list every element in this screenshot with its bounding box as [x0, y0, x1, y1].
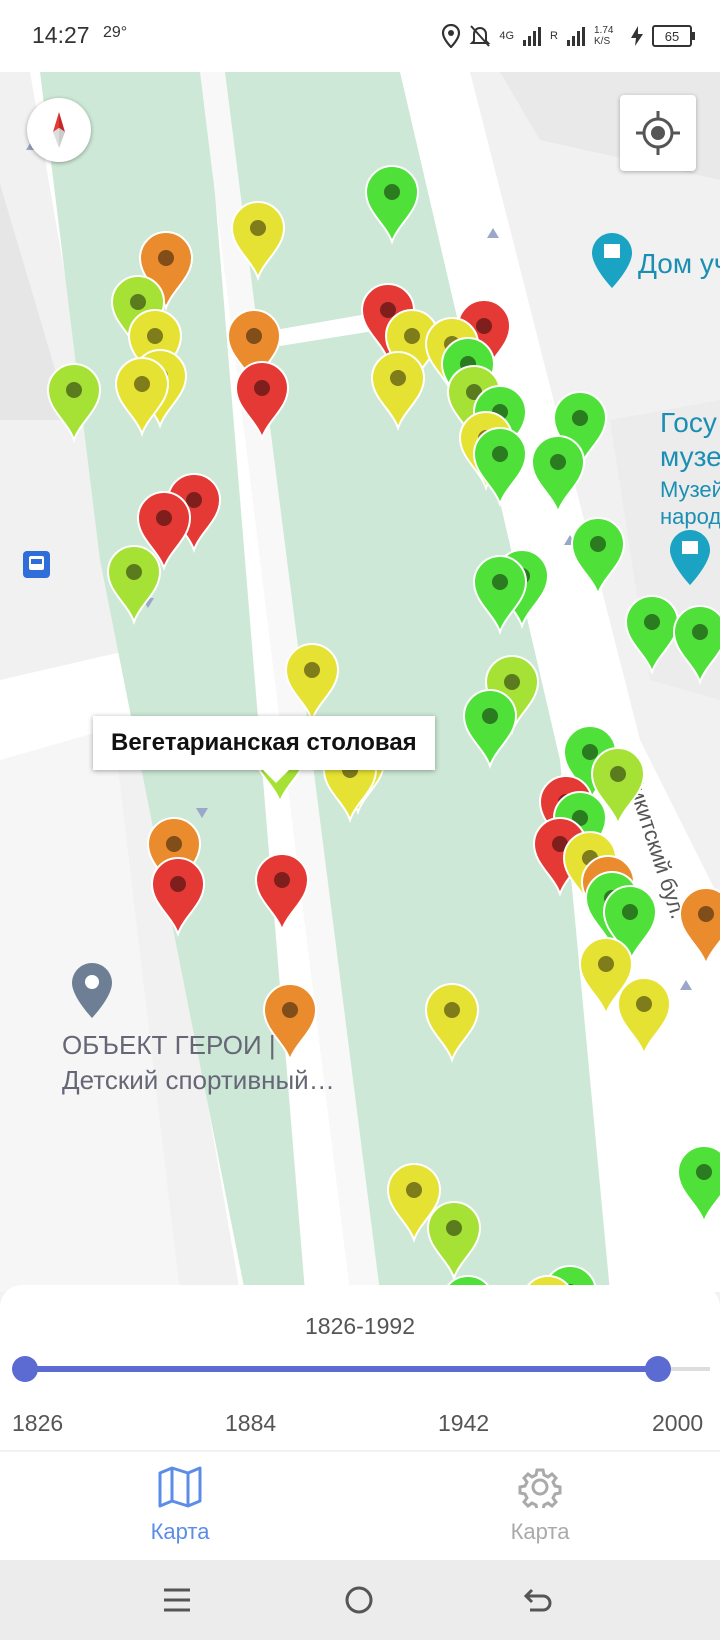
- poi-gov-sub-1[interactable]: Музей: [660, 477, 720, 503]
- network-type: 4G: [499, 30, 515, 42]
- battery-indicator: 65: [652, 25, 695, 47]
- back-icon[interactable]: [522, 1584, 554, 1616]
- crosshair-icon: [636, 111, 680, 155]
- tick-label: 1884: [225, 1410, 277, 1436]
- signal-icon-2: [567, 27, 585, 46]
- nav-item-label: Карта: [150, 1519, 210, 1544]
- timeline-panel: 1826-1992 1826 1884 1942 2000: [0, 1285, 720, 1450]
- nav-item-map[interactable]: Карта: [100, 1466, 260, 1545]
- my-location-button[interactable]: [620, 95, 696, 171]
- range-slider-end-handle[interactable]: [644, 1356, 671, 1382]
- mute-bell-icon: [469, 25, 491, 47]
- nav-item-settings[interactable]: Карта: [460, 1466, 620, 1545]
- poi-hero-title[interactable]: ОБЪЕКТ ГЕРОИ |: [62, 1030, 276, 1061]
- range-label: 1826-1992: [305, 1313, 415, 1339]
- bottom-navigation: Карта Карта: [0, 1452, 720, 1560]
- marker-tooltip[interactable]: Вегетарианская столовая: [93, 716, 435, 783]
- poi-gov-sub-2[interactable]: народ: [660, 504, 720, 530]
- gear-icon: [518, 1468, 562, 1512]
- home-icon[interactable]: [343, 1584, 375, 1616]
- range-slider-remainder[interactable]: [665, 1367, 710, 1371]
- menu-icon[interactable]: [162, 1586, 192, 1614]
- location-icon: [442, 24, 461, 48]
- poi-gov-title-1[interactable]: Госу: [660, 407, 717, 439]
- poi-gov-title-2[interactable]: музе: [660, 441, 720, 473]
- tick-label: 2000: [652, 1410, 704, 1436]
- status-temperature: 29°: [103, 24, 128, 41]
- tick-label: 1826: [12, 1410, 64, 1436]
- tick-label: 1942: [438, 1410, 490, 1436]
- map-canvas[interactable]: Никитский бул.: [0, 72, 720, 1292]
- network-speed: 1.74 K/S: [594, 25, 614, 47]
- charging-icon: [631, 26, 643, 46]
- poi-hero-subtitle[interactable]: Детский спортивный…: [62, 1065, 335, 1096]
- signal-icon: [523, 27, 542, 46]
- poi-museum-label[interactable]: Дом уч: [638, 248, 720, 280]
- system-navigation-bar: [0, 1560, 720, 1640]
- range-slider-track[interactable]: [25, 1366, 665, 1372]
- nav-item-label: Карта: [510, 1519, 570, 1544]
- roaming-indicator: R: [550, 30, 558, 42]
- status-bar: 14:27 29° 4G R 1.74 K/S 65: [0, 0, 720, 72]
- compass-icon: [53, 112, 65, 148]
- status-icons: 4G R 1.74 K/S 65: [441, 20, 695, 52]
- map-icon: [158, 1466, 202, 1508]
- bus-stop-icon[interactable]: [23, 551, 50, 578]
- map-view[interactable]: Никитский бул. Дом уч Госу музе Музей на…: [0, 72, 720, 1292]
- status-time: 14:27: [32, 22, 90, 48]
- compass-button[interactable]: [27, 98, 91, 162]
- range-slider-start-handle[interactable]: [12, 1356, 38, 1382]
